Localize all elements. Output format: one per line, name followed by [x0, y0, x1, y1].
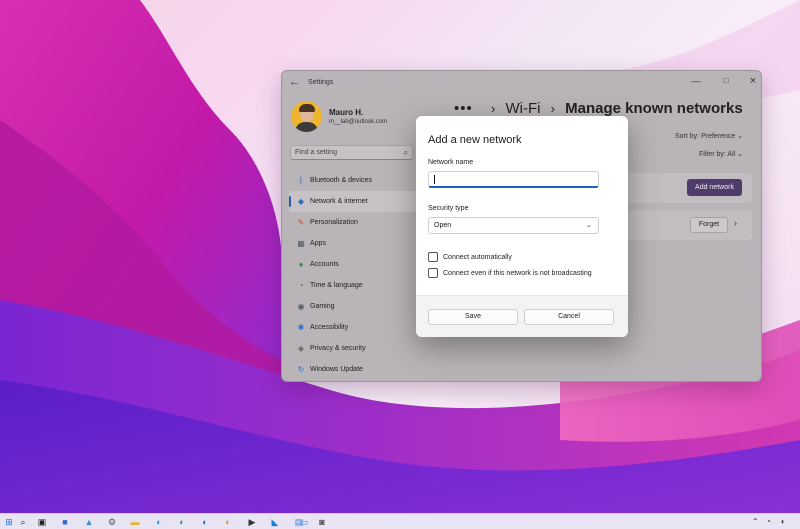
save-button[interactable]: Save — [428, 309, 518, 325]
gamepad-icon: ◉ — [297, 302, 305, 311]
edge-canary-icon[interactable]: ◐ — [222, 516, 234, 528]
sidebar-item-network[interactable]: ◆ Network & internet — [289, 191, 419, 212]
sidebar-item-accounts[interactable]: ● Accounts — [289, 254, 419, 275]
connect-hidden-label: Connect even if this network is not broa… — [443, 269, 592, 277]
sidebar-item-bluetooth[interactable]: ᛒ Bluetooth & devices — [289, 170, 419, 191]
search-icon[interactable]: ⌕ — [17, 516, 29, 528]
sidebar-item-time-language[interactable]: ◔ Time & language — [289, 275, 419, 296]
sidebar-item-label: Network & internet — [310, 198, 368, 205]
chevron-right-icon[interactable]: › — [734, 218, 737, 228]
sidebar-item-label: Accessibility — [310, 324, 349, 331]
taskbar: ⊞ ⌕ ▣ ■ ▲ ⚙ ▬ ◐ ◐ ◐ ◐ ▶ ◣ ▤ ▭ ◙ ⌃ ◔ ◖ — [0, 513, 800, 529]
vscode-icon[interactable]: ◣ — [269, 516, 281, 528]
maximize-button[interactable]: □ — [718, 74, 734, 88]
connect-automatically-checkbox[interactable] — [428, 252, 438, 262]
sort-by-dropdown[interactable]: Sort by: Preference ⌄ — [675, 132, 743, 140]
minimize-button[interactable]: — — [688, 74, 704, 88]
cancel-button[interactable]: Cancel — [524, 309, 614, 325]
volume-icon[interactable]: ◖ — [780, 517, 785, 526]
text-caret — [434, 175, 435, 184]
photos-icon[interactable]: ▲ — [83, 516, 95, 528]
avatar[interactable] — [291, 101, 322, 132]
sidebar-item-label: Personalization — [310, 219, 358, 226]
bluetooth-icon: ᛒ — [298, 176, 304, 185]
connect-hidden-row[interactable]: Connect even if this network is not broa… — [428, 268, 592, 278]
sidebar-item-accessibility[interactable]: ✱ Accessibility — [289, 317, 419, 338]
chevron-right-icon: › — [550, 101, 555, 116]
network-name-label: Network name — [428, 159, 474, 166]
sidebar-item-windows-update[interactable]: ↻ Windows Update — [289, 359, 419, 380]
sidebar-item-personalization[interactable]: ✎ Personalization — [289, 212, 419, 233]
accessibility-icon: ✱ — [297, 323, 305, 332]
user-email: m__lab@outlook.com — [329, 119, 388, 125]
add-network-dialog: Add a new network Network name Security … — [416, 116, 628, 337]
search-icon: ⌕ — [403, 148, 408, 157]
store-icon[interactable]: ■ — [59, 516, 71, 528]
breadcrumb-wifi[interactable]: Wi-Fi — [505, 100, 540, 117]
filter-by-dropdown[interactable]: Filter by: All ⌄ — [699, 150, 743, 158]
sidebar-item-label: Apps — [310, 240, 326, 247]
security-type-value: Open — [434, 222, 452, 229]
sidebar-item-label: Gaming — [310, 303, 335, 310]
add-network-button[interactable]: Add network — [687, 179, 742, 196]
globe-icon: ◔ — [298, 281, 304, 290]
sidebar-item-label: Time & language — [310, 282, 363, 289]
task-view-icon[interactable]: ▣ — [36, 516, 48, 528]
user-name: Mauro H. — [329, 108, 364, 117]
more-icon[interactable]: ••• — [454, 100, 473, 117]
breadcrumb: ••• › Wi-Fi › Manage known networks — [454, 100, 743, 117]
update-icon: ↻ — [297, 365, 305, 374]
connect-hidden-checkbox[interactable] — [428, 268, 438, 278]
sidebar-item-privacy[interactable]: ◈ Privacy & security — [289, 338, 419, 359]
sidebar-item-label: Privacy & security — [310, 345, 366, 352]
known-network-row[interactable] — [612, 210, 752, 240]
connect-automatically-row[interactable]: Connect automatically — [428, 252, 512, 262]
sidebar-item-label: Windows Update — [310, 366, 363, 373]
network-name-input[interactable] — [428, 171, 599, 188]
sidebar-nav: ᛒ Bluetooth & devices ◆ Network & intern… — [289, 170, 419, 380]
security-type-label: Security type — [428, 205, 469, 212]
sidebar-item-apps[interactable]: ▦ Apps — [289, 233, 419, 254]
window-title: Settings — [308, 79, 334, 86]
settings-app-icon[interactable]: ⚙ — [106, 516, 118, 528]
person-icon: ● — [298, 260, 304, 269]
terminal-icon[interactable]: ▶ — [246, 516, 258, 528]
chevron-right-icon: › — [490, 101, 496, 116]
start-icon[interactable]: ⊞ — [3, 516, 15, 528]
close-button[interactable]: × — [745, 74, 761, 88]
title-bar: ← Settings — □ × — [282, 71, 761, 95]
network-tray-icon[interactable]: ◔ — [766, 517, 771, 526]
edge-beta-icon[interactable]: ◐ — [176, 516, 188, 528]
apps-icon: ▦ — [297, 239, 305, 248]
camera-icon[interactable]: ◙ — [316, 516, 328, 528]
sidebar-item-label: Accounts — [310, 261, 339, 268]
dialog-title: Add a new network — [428, 134, 522, 146]
sidebar-item-gaming[interactable]: ◉ Gaming — [289, 296, 419, 317]
search-placeholder: Find a setting — [295, 149, 338, 156]
dialog-footer: Save Cancel — [416, 295, 628, 337]
connect-automatically-label: Connect automatically — [443, 253, 512, 261]
wifi-icon: ◆ — [297, 197, 305, 206]
sidebar-item-label: Bluetooth & devices — [310, 177, 372, 184]
search-input[interactable]: Find a setting ⌕ — [290, 145, 413, 160]
edge-dev-icon[interactable]: ◐ — [199, 516, 211, 528]
shield-icon: ◈ — [297, 344, 305, 353]
back-icon[interactable]: ← — [289, 76, 300, 88]
forget-button[interactable]: Forget — [690, 217, 728, 233]
edge-icon[interactable]: ◐ — [153, 516, 165, 528]
page-title: Manage known networks — [565, 100, 743, 117]
tray-chevron-icon[interactable]: ⌃ — [752, 517, 759, 526]
security-type-select[interactable]: Open ⌄ — [428, 217, 599, 234]
chevron-down-icon: ⌄ — [586, 222, 592, 229]
file-explorer-icon[interactable]: ▬ — [129, 516, 141, 528]
brush-icon: ✎ — [297, 218, 305, 227]
remote-desktop-icon[interactable]: ▭ — [298, 516, 310, 528]
